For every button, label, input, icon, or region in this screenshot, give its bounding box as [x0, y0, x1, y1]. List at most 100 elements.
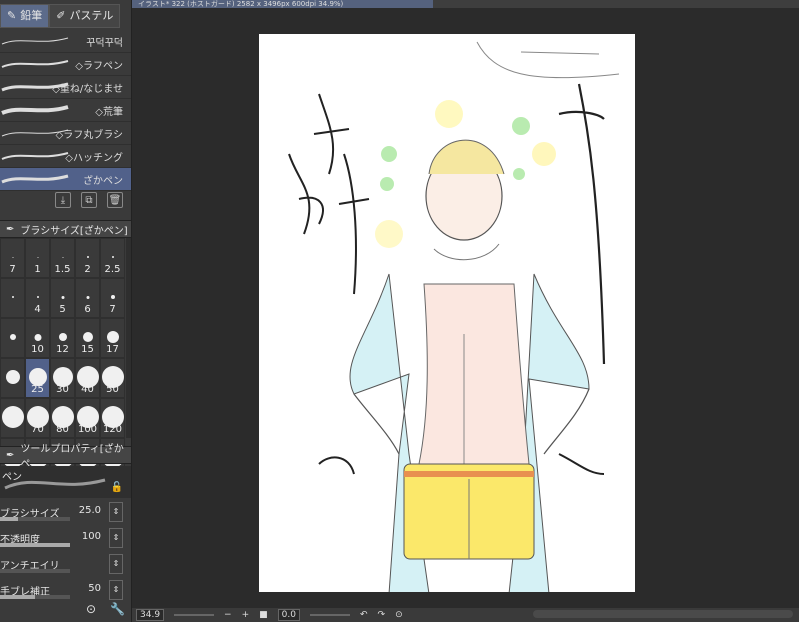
spin-icon[interactable]: ⇕ — [109, 580, 123, 600]
brush-size-dot — [111, 256, 114, 258]
brush-item[interactable]: ◇ラフペン — [0, 53, 131, 76]
tab-pastel[interactable]: ✐ パステル — [49, 4, 121, 28]
brush-size-dot — [86, 295, 89, 299]
brush-size-cell[interactable]: 7 — [100, 278, 125, 318]
sketch-artwork — [288, 41, 620, 592]
brush-size-cell[interactable] — [0, 398, 25, 438]
pastel-icon: ✐ — [56, 9, 66, 22]
tool-property-icon: ✒ — [6, 449, 15, 461]
brush-size-cell[interactable]: 100 — [75, 398, 100, 438]
tool-footer: ⊙ 🔧 — [0, 598, 131, 620]
brush-item[interactable]: ◇重ね/なじませ — [0, 76, 131, 99]
brush-size-dot — [37, 256, 38, 258]
brush-size-label: 70 — [31, 424, 44, 435]
brush-list: 꾸덕꾸덕 ◇ラフペン ◇重ね/なじませ ◇荒筆 ◇ラフ丸ブラシ ◇ハッチングざかペン — [0, 30, 131, 191]
brush-name: ◇重ね/なじませ — [52, 84, 123, 95]
canvas-area[interactable] — [132, 8, 799, 608]
brush-size-cell[interactable]: 80 — [50, 398, 75, 438]
brush-size-dot — [61, 295, 64, 299]
brush-size-cell[interactable]: 7 — [0, 238, 25, 278]
rotation-field[interactable]: 0.0 — [277, 609, 300, 621]
duplicate-icon[interactable]: ⧉ — [81, 192, 97, 208]
brush-size-cell[interactable]: 70 — [25, 398, 50, 438]
import-icon[interactable]: ⤓ — [55, 192, 71, 208]
brush-size-dot — [9, 334, 16, 340]
brush-size-label: 40 — [81, 384, 94, 395]
brush-size-cell[interactable]: 15 — [75, 318, 100, 358]
brush-size-cell[interactable] — [0, 358, 25, 398]
brush-size-cell[interactable]: 4 — [25, 278, 50, 318]
brush-size-label: 17 — [106, 344, 119, 355]
brush-size-label: 12 — [56, 344, 69, 355]
property-slider[interactable] — [0, 517, 70, 521]
brush-size-label: 6 — [84, 304, 91, 315]
rotate-right-icon[interactable]: ↷ — [378, 610, 386, 620]
size-grid-scrollbar[interactable] — [126, 238, 131, 438]
tool-property-row[interactable]: 手ブレ補正 50 ⇕ — [0, 580, 131, 600]
brush-item[interactable]: ◇ラフ丸ブラシ — [0, 122, 131, 145]
property-value[interactable]: 50 — [88, 583, 101, 594]
property-slider[interactable] — [0, 543, 70, 547]
brush-size-cell[interactable]: 10 — [25, 318, 50, 358]
fit-square-icon[interactable]: ■ — [259, 610, 268, 620]
brush-stroke-preview — [1, 60, 69, 68]
brush-size-dot — [34, 333, 41, 341]
brush-size-cell[interactable]: 6 — [75, 278, 100, 318]
brush-size-cell[interactable] — [0, 278, 25, 318]
tool-property-row[interactable]: ブラシサイズ 25.0 ⇕ — [0, 502, 131, 522]
brush-size-cell[interactable]: 30 — [50, 358, 75, 398]
brush-item[interactable]: ◇ハッチング — [0, 145, 131, 168]
lock-icon[interactable]: 🔓 — [111, 482, 123, 493]
zoom-slider[interactable] — [174, 614, 215, 616]
brush-tools: ⤓ ⧉ 🗑 — [0, 192, 131, 212]
brush-size-cell[interactable]: 5 — [50, 278, 75, 318]
brush-size-label: 1.5 — [54, 264, 71, 275]
tab-pencil[interactable]: ✎ 鉛筆 — [0, 4, 50, 28]
tool-property-row[interactable]: 不透明度 100 ⇕ — [0, 528, 131, 548]
brush-size-cell[interactable]: 1 — [25, 238, 50, 278]
tool-preview: ペン 🔓 — [0, 466, 131, 498]
spin-icon[interactable]: ⇕ — [109, 528, 123, 548]
brush-size-cell[interactable]: 120 — [100, 398, 125, 438]
brush-name: ◇ラフペン — [75, 61, 123, 72]
brush-size-label: 120 — [102, 424, 123, 435]
drawing-paper[interactable] — [259, 34, 635, 592]
rotate-left-icon[interactable]: ↶ — [360, 610, 368, 620]
brush-item[interactable]: ◇荒筆 — [0, 99, 131, 122]
spin-icon[interactable]: ⇕ — [109, 502, 123, 522]
wrench-icon[interactable]: 🔧 — [110, 602, 125, 616]
property-value[interactable]: 25.0 — [79, 505, 101, 516]
canvas-horizontal-scrollbar[interactable] — [533, 610, 793, 618]
spin-icon[interactable]: ⇕ — [109, 554, 123, 574]
brush-size-icon: ✒ — [6, 223, 15, 235]
rotation-slider[interactable] — [309, 614, 350, 616]
brush-stroke-preview — [1, 152, 69, 160]
settings-circle-icon[interactable]: ⊙ — [86, 602, 96, 616]
brush-size-cell[interactable]: 25 — [25, 358, 50, 398]
brush-size-panel-title: ✒ ブラシサイズ[ざかペン] — [0, 220, 131, 238]
trash-icon[interactable]: 🗑 — [107, 192, 123, 208]
brush-size-label: 5 — [59, 304, 66, 315]
property-slider[interactable] — [0, 569, 70, 573]
brush-name: ざかペン — [83, 176, 123, 187]
brush-size-cell[interactable]: 17 — [100, 318, 125, 358]
brush-size-cell[interactable] — [0, 318, 25, 358]
brush-size-cell[interactable]: 2.5 — [100, 238, 125, 278]
brush-item[interactable]: 꾸덕꾸덕 — [0, 30, 131, 53]
tool-property-panel-title: ✒ ツールプロパティ[ざかペ — [0, 444, 131, 470]
brush-size-cell[interactable]: 40 — [75, 358, 100, 398]
reset-rotation-icon[interactable]: ⊙ — [395, 610, 403, 620]
brush-item[interactable]: ざかペン — [0, 168, 131, 191]
zoom-out-icon[interactable]: − — [224, 610, 232, 620]
property-value[interactable]: 100 — [82, 531, 101, 542]
brush-size-cell[interactable]: 12 — [50, 318, 75, 358]
brush-size-cell[interactable]: 50 — [100, 358, 125, 398]
zoom-field[interactable]: 34.9 — [136, 609, 165, 621]
brush-size-cell[interactable]: 1.5 — [50, 238, 75, 278]
brush-size-label: 4 — [34, 304, 41, 315]
brush-size-cell[interactable]: 2 — [75, 238, 100, 278]
tool-property-row[interactable]: アンチエイリ ⇕ — [0, 554, 131, 574]
brush-stroke-preview — [1, 105, 69, 115]
document-tab[interactable]: イラスト* 322 (ホストガード) 2582 x 3496px 600dpi … — [132, 0, 433, 8]
zoom-in-icon[interactable]: + — [242, 610, 250, 620]
